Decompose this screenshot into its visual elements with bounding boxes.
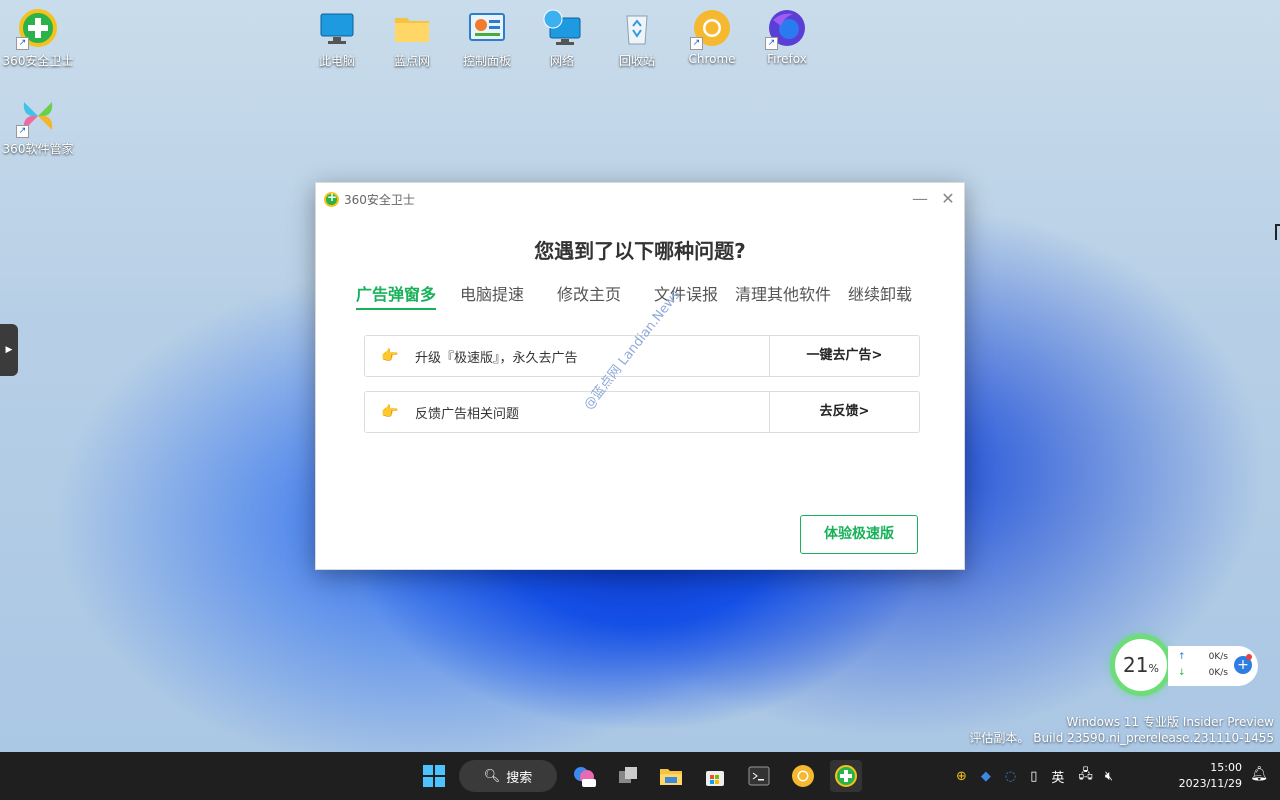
windows-logo-icon [423, 765, 445, 787]
os-watermark-line2: 评估副本。 Build 23590.ni_prerelease.231110-1… [969, 731, 1274, 745]
try-lite-version-button[interactable]: 体验极速版 [800, 515, 918, 554]
desktop-icon-firefox[interactable]: ↗ Firefox [749, 8, 825, 66]
desktop-icon-label: 此电脑 [318, 54, 355, 68]
dialog-app-title: 360安全卫士 [344, 193, 415, 207]
shortcut-arrow-icon: ↗ [690, 37, 703, 50]
desktop-icon-label: Firefox [767, 52, 807, 66]
active-tab-indicator [356, 308, 436, 310]
clock[interactable]: 15:00 2023/11/29 [1179, 760, 1242, 792]
chrome-taskbar-button[interactable] [787, 760, 819, 792]
desktop-icon-chrome[interactable]: ↗ Chrome [674, 8, 750, 66]
file-explorer-button[interactable] [655, 760, 687, 792]
shortcut-arrow-icon: ↗ [16, 37, 29, 50]
clock-time: 15:00 [1210, 761, 1242, 774]
dialog-titlebar: 360安全卫士 [324, 190, 415, 208]
desktop-icon-landian[interactable]: 蓝点网 [374, 8, 450, 69]
remove-ads-button[interactable]: 一键去广告> [769, 336, 919, 376]
search-icon: 🔍︎ [483, 768, 501, 784]
option-text: 升级『极速版』，永久去广告 [415, 350, 578, 366]
notification-dot [1246, 654, 1252, 660]
network-icon [542, 8, 582, 48]
close-button[interactable]: ✕ [936, 189, 960, 209]
mouse-cursor [1275, 224, 1280, 240]
desktop-icon-label: 蓝点网 [393, 54, 430, 68]
taskbar-search[interactable]: 🔍︎ 搜索 [459, 760, 557, 792]
feedback-button[interactable]: 去反馈> [769, 392, 919, 432]
tab-continue-uninstall[interactable]: 继续卸载 [848, 281, 912, 305]
upload-speed: 0K/s [1208, 652, 1228, 662]
shield-tray-icon[interactable]: ◆ [981, 769, 991, 784]
search-label: 搜索 [506, 770, 533, 786]
speed-panel: ↑ 0K/s ↓ 0K/s + [1168, 646, 1258, 686]
ime-indicator[interactable]: 英 [1051, 767, 1064, 786]
desktop-icon-label: Chrome [688, 52, 736, 66]
download-arrow-icon: ↓ [1178, 668, 1186, 678]
desktop-icon-label: 网络 [549, 54, 574, 68]
minimize-button[interactable]: — [908, 189, 932, 209]
option-feedback: 👉 反馈广告相关问题 去反馈> [364, 391, 920, 433]
pointing-hand-icon: 👉 [381, 404, 399, 420]
tab-ad-popups[interactable]: 广告弹窗多 [356, 281, 436, 305]
percent-sign: % [1148, 661, 1159, 675]
shortcut-arrow-icon: ↗ [765, 37, 778, 50]
start-button[interactable] [418, 760, 450, 792]
360-taskbar-button[interactable] [830, 760, 862, 792]
tab-speed-up[interactable]: 电脑提速 [460, 281, 524, 305]
360-security-icon: ↗ [16, 8, 58, 50]
360-tray-icon[interactable]: ⊕ [956, 769, 967, 784]
shortcut-arrow-icon: ↗ [16, 125, 29, 138]
side-panel-handle[interactable]: ▶ [0, 324, 18, 376]
notification-bell-icon[interactable]: 🔔︎ [1250, 766, 1268, 782]
memory-usage-gauge: 21 % [1110, 634, 1172, 696]
desktop-icon-control-panel[interactable]: 控制面板 [449, 8, 525, 69]
chrome-icon [792, 765, 814, 787]
tab-homepage[interactable]: 修改主页 [557, 281, 621, 305]
upload-arrow-icon: ↑ [1178, 652, 1186, 662]
desktop-icon-recycle-bin[interactable]: 回收站 [599, 8, 675, 69]
360-software-manager-icon: ↗ [16, 96, 58, 138]
desktop-icon-360-software-manager[interactable]: ↗ 360软件管家 [0, 96, 76, 157]
loading-tray-icon[interactable]: ◌ [1005, 769, 1016, 784]
taskbar: 🔍︎ 搜索 ⊕ ◆ ◌ ▯ 英 🖧︎ 🔇︎ 15:00 2023/11/29 🔔… [0, 752, 1280, 800]
pointing-hand-icon: 👉 [381, 348, 399, 364]
problem-tabs: 广告弹窗多 电脑提速 修改主页 文件误报 清理其他软件 继续卸载 [356, 281, 916, 311]
desktop-icon-this-pc[interactable]: 此电脑 [299, 8, 375, 69]
clock-date: 2023/11/29 [1178, 777, 1242, 790]
network-icon[interactable]: 🖧︎ [1078, 765, 1093, 787]
recycle-bin-icon [617, 8, 657, 48]
360-logo-icon [324, 190, 339, 207]
desktop-icon-label: 360软件管家 [2, 142, 74, 156]
store-icon [706, 771, 724, 786]
desktop-icon-label: 360安全卫士 [2, 54, 74, 68]
store-button[interactable] [699, 760, 731, 792]
os-evaluation-watermark: Windows 11 专业版 Insider Preview 评估副本。 Bui… [969, 714, 1274, 746]
copilot-button[interactable] [568, 760, 600, 792]
file-explorer-icon [660, 769, 682, 785]
dialog-heading: 您遇到了以下哪种问题? [534, 239, 746, 263]
folder-icon [392, 8, 432, 48]
chrome-icon: ↗ [690, 8, 732, 50]
usb-icon[interactable]: ▯ [1030, 769, 1037, 784]
firefox-icon: ↗ [765, 8, 807, 50]
desktop-icon-network[interactable]: 网络 [524, 8, 600, 69]
desktop-icon-label: 回收站 [618, 54, 655, 68]
monitor-icon [317, 8, 357, 48]
tab-clean-software[interactable]: 清理其他软件 [735, 281, 831, 305]
network-speed-widget[interactable]: 21 % ↑ 0K/s ↓ 0K/s + [1110, 634, 1260, 696]
os-watermark-line1: Windows 11 专业版 Insider Preview [1066, 715, 1274, 729]
desktop-icon-label: 控制面板 [462, 54, 511, 68]
desktop-icon-360-security[interactable]: ↗ 360安全卫士 [0, 8, 76, 69]
usage-percent: 21 [1123, 653, 1149, 677]
task-view-icon [619, 767, 637, 783]
terminal-icon [748, 766, 770, 786]
copilot-icon [574, 767, 596, 787]
360-security-icon [835, 765, 857, 787]
download-speed: 0K/s [1208, 668, 1228, 678]
task-view-button[interactable] [612, 760, 644, 792]
control-panel-icon [467, 8, 507, 48]
system-tray: ⊕ ◆ ◌ ▯ 英 🖧︎ 🔇︎ [956, 752, 1113, 800]
volume-muted-icon[interactable]: 🔇︎ [1105, 769, 1113, 784]
terminal-button[interactable] [743, 760, 775, 792]
uninstall-dialog: 360安全卫士 — ✕ 您遇到了以下哪种问题? 广告弹窗多 电脑提速 修改主页 … [315, 182, 965, 570]
